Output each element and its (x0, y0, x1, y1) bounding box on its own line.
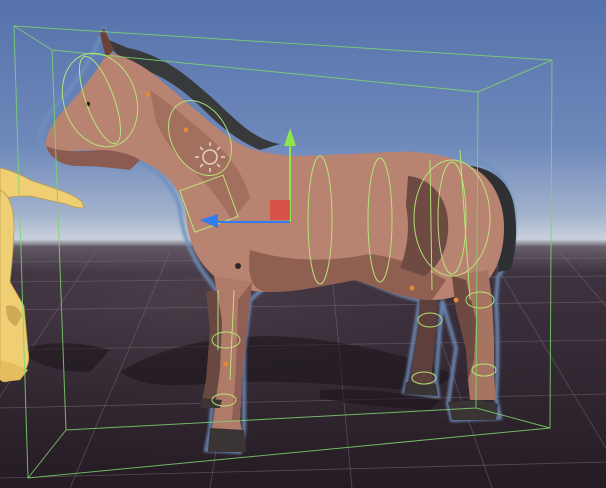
scene-view[interactable] (0, 0, 606, 488)
scene-canvas[interactable] (0, 0, 606, 488)
xy-plane-handle[interactable] (270, 200, 290, 220)
